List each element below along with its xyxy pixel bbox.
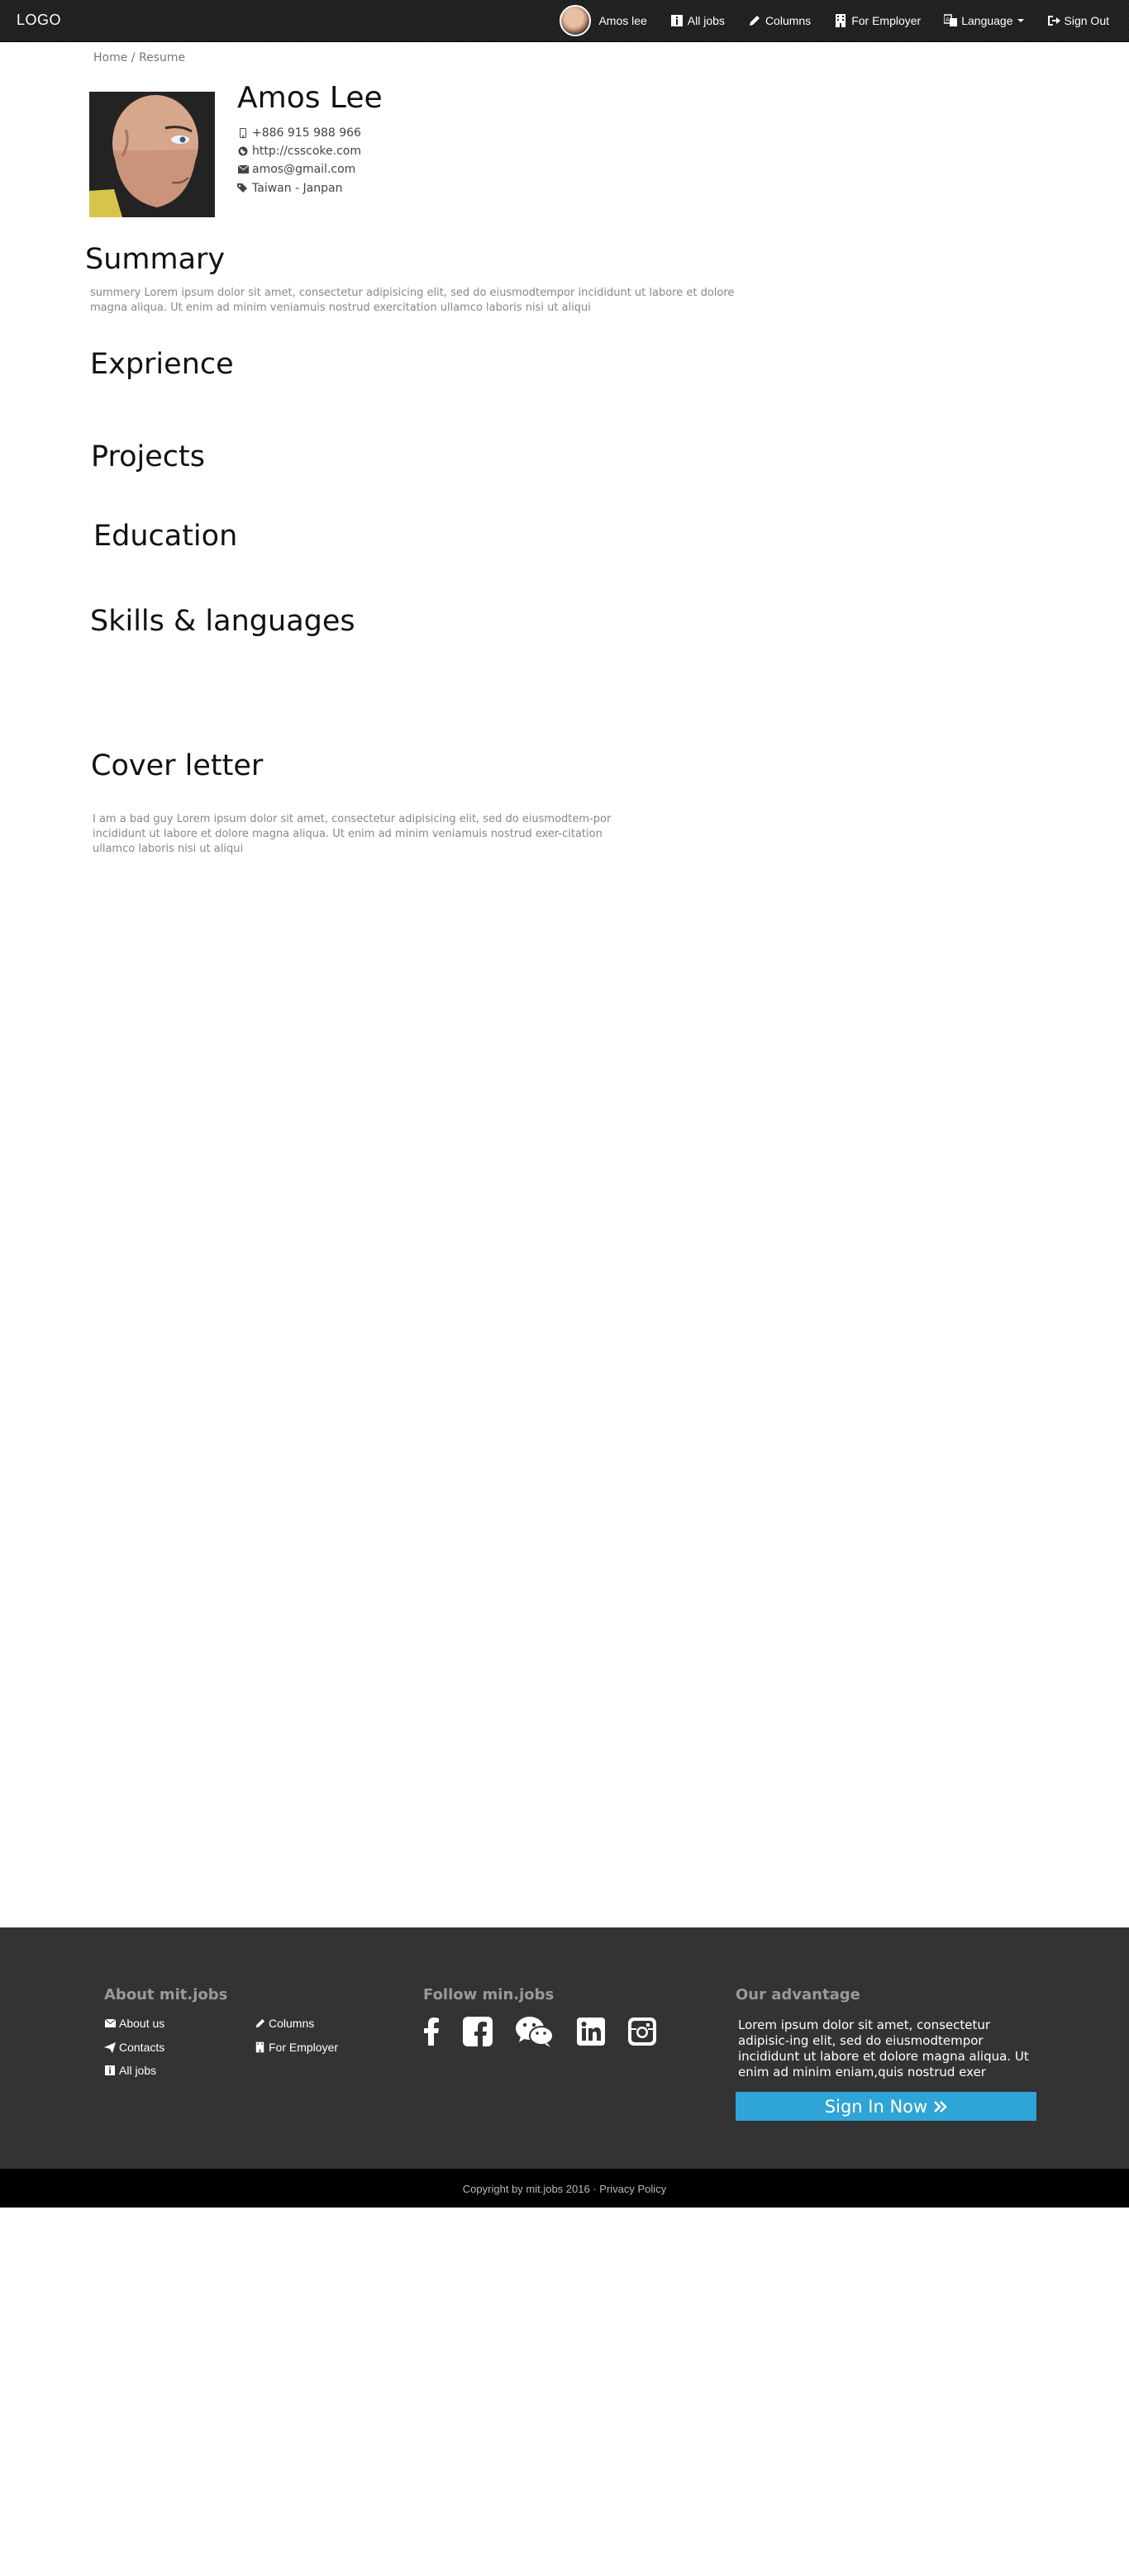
skills-title: Skills & languages xyxy=(90,605,355,638)
envelope-icon xyxy=(104,2018,116,2029)
globe-icon xyxy=(237,145,249,157)
location-line: Taiwan - Janpan xyxy=(237,182,342,195)
copyright-text: Copyright by mit.jobs 2016 xyxy=(462,2183,590,2195)
nav-language-dropdown[interactable]: A Language xyxy=(944,14,1024,27)
copyright-separator: · xyxy=(589,2183,600,2195)
wechat-icon[interactable] xyxy=(516,2016,554,2047)
location-text: Taiwan - Janpan xyxy=(252,182,343,195)
website-line: http://csscoke.com xyxy=(237,145,361,158)
nav-sign-out-label: Sign Out xyxy=(1064,14,1109,27)
projects-title: Projects xyxy=(91,440,205,473)
sign-in-now-button[interactable]: Sign In Now xyxy=(736,2092,1036,2121)
nav-sign-out[interactable]: Sign Out xyxy=(1047,14,1109,27)
footer-about-us-link[interactable]: About us xyxy=(104,2017,164,2030)
building-icon xyxy=(834,14,847,27)
nav-columns[interactable]: Columns xyxy=(748,14,811,27)
mobile-phone-icon xyxy=(237,127,249,139)
language-icon: A xyxy=(944,14,958,27)
footer-for-employer-link[interactable]: For Employer xyxy=(254,2041,338,2054)
envelope-icon xyxy=(237,164,249,175)
user-avatar[interactable] xyxy=(560,5,592,36)
footer-follow-title: Follow min.jobs xyxy=(423,1986,555,2003)
footer-advantage-title: Our advantage xyxy=(736,1986,860,2003)
paper-plane-icon xyxy=(104,2041,116,2053)
chevron-down-icon xyxy=(1017,19,1024,22)
nav-user[interactable]: Amos lee xyxy=(560,5,647,36)
footer-columns-label: Columns xyxy=(269,2017,315,2030)
footer-columns-link[interactable]: Columns xyxy=(254,2017,314,2030)
footer-about-us-label: About us xyxy=(119,2017,165,2030)
footer-contacts-label: Contacts xyxy=(119,2041,165,2054)
copyright-line: Copyright by mit.jobs 2016 · Privacy Pol… xyxy=(0,2183,1129,2195)
footer-advantage-text: Lorem ipsum dolor sit amet, consectetur … xyxy=(738,2018,1029,2079)
education-title: Education xyxy=(93,520,238,553)
svg-text:A: A xyxy=(946,17,950,23)
phone-line: +886 915 988 966 xyxy=(237,126,361,140)
footer-all-jobs-label: All jobs xyxy=(119,2064,157,2077)
nav-language-label: Language xyxy=(961,14,1013,27)
nav-user-name: Amos lee xyxy=(598,14,647,27)
email-line: amos@gmail.com xyxy=(237,163,355,176)
nav-menu: Amos lee All jobs Columns For Employer A… xyxy=(560,0,1109,41)
nav-all-jobs-label: All jobs xyxy=(687,14,725,27)
privacy-policy-link[interactable]: Privacy Policy xyxy=(599,2183,666,2195)
profile-photo xyxy=(89,92,215,217)
website-link[interactable]: http://csscoke.com xyxy=(252,145,361,158)
summary-text: summery Lorem ipsum dolor sit amet, cons… xyxy=(90,287,735,314)
nav-for-employer[interactable]: For Employer xyxy=(834,14,921,27)
facebook-icon[interactable] xyxy=(423,2018,440,2046)
footer-all-jobs-link[interactable]: All jobs xyxy=(104,2064,156,2077)
pencil-icon xyxy=(748,14,761,27)
pencil-icon xyxy=(254,2018,265,2029)
experience-title: Exprience xyxy=(90,348,234,381)
phone-text: +886 915 988 966 xyxy=(252,126,361,140)
cover-letter-title: Cover letter xyxy=(91,749,264,782)
double-chevron-right-icon xyxy=(934,2100,947,2113)
footer-for-employer-label: For Employer xyxy=(269,2041,339,2054)
email-link[interactable]: amos@gmail.com xyxy=(252,163,355,176)
breadcrumb: Home / Resume xyxy=(93,51,185,64)
summary-title: Summary xyxy=(85,243,226,276)
cover-letter-text: I am a bad guy Lorem ipsum dolor sit ame… xyxy=(93,813,612,855)
footer-contacts-link[interactable]: Contacts xyxy=(104,2041,164,2054)
info-icon xyxy=(670,14,684,27)
building-icon xyxy=(254,2041,265,2053)
top-navbar: LOGO Amos lee All jobs Columns For Emplo… xyxy=(0,0,1129,42)
footer-about-title: About mit.jobs xyxy=(104,1986,228,2003)
facebook-square-icon[interactable] xyxy=(463,2017,493,2046)
instagram-icon[interactable] xyxy=(628,2018,656,2046)
breadcrumb-separator: / xyxy=(127,51,139,64)
tags-icon xyxy=(237,183,249,194)
linkedin-icon[interactable] xyxy=(577,2018,605,2046)
breadcrumb-current: Resume xyxy=(138,51,186,64)
sign-out-icon xyxy=(1047,14,1060,27)
nav-for-employer-label: For Employer xyxy=(851,14,922,27)
sign-in-now-label: Sign In Now xyxy=(824,2096,928,2117)
nav-columns-label: Columns xyxy=(765,14,812,27)
nav-all-jobs[interactable]: All jobs xyxy=(670,14,725,27)
logo[interactable]: LOGO xyxy=(17,12,61,29)
social-links xyxy=(423,2016,679,2047)
breadcrumb-home[interactable]: Home xyxy=(93,51,127,64)
info-icon xyxy=(104,2065,116,2076)
profile-name: Amos Lee xyxy=(237,81,383,115)
